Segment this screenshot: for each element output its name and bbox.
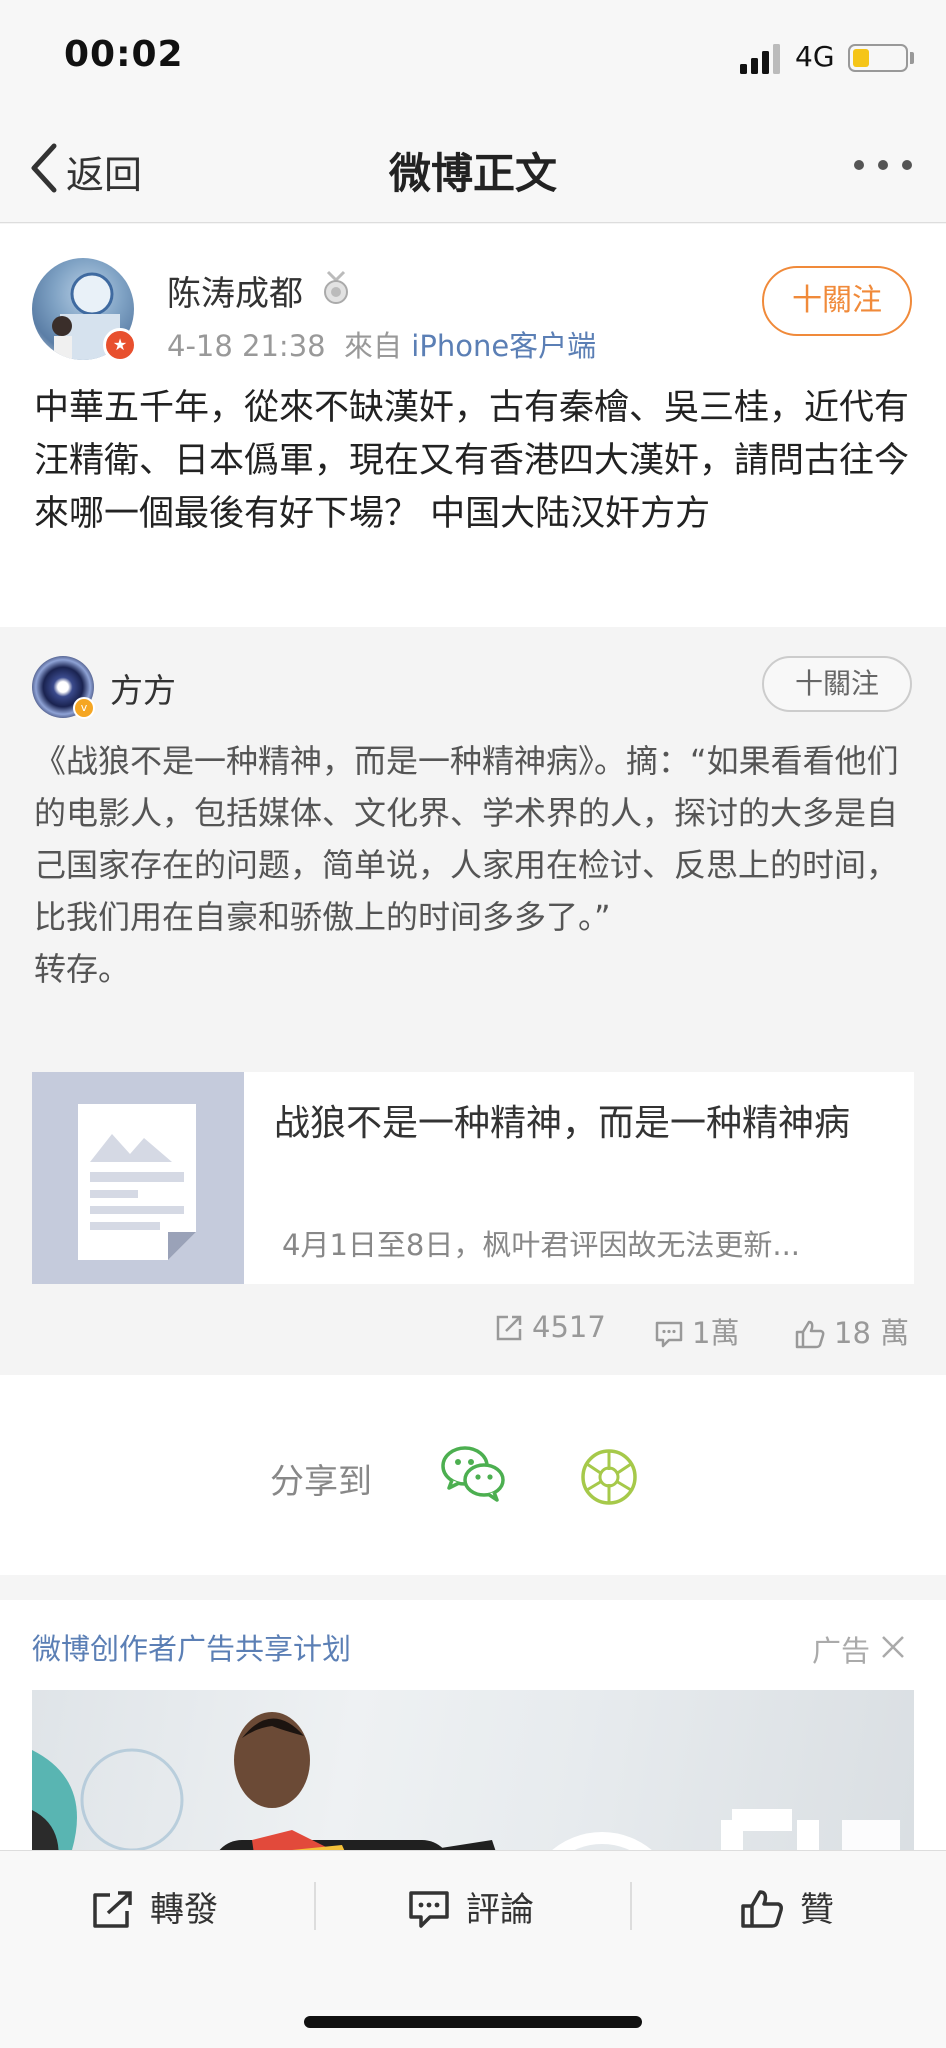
signal-icon (740, 44, 780, 74)
comment-button[interactable]: 評論 (408, 1882, 534, 1932)
status-time: 00:02 (64, 34, 184, 75)
retweet-author-name[interactable]: 方方 (110, 664, 176, 712)
home-indicator[interactable] (304, 2016, 642, 2028)
back-chevron-icon[interactable] (28, 142, 60, 194)
retweet-text: 《战狼不是一种精神，而是一种精神病》。摘：“如果看看他们的电影人，包括媒体、文化… (34, 735, 914, 995)
share-label: 分享到 (270, 1462, 372, 1502)
repost-count[interactable]: 4517 (494, 1310, 606, 1346)
source-prefix: 來自 (344, 329, 403, 363)
article-thumbnail (32, 1072, 244, 1284)
post-text: 中華五千年，從來不缺漢奸，古有秦檜、吳三桂，近代有汪精衛、日本僞軍，現在又有香港… (34, 388, 910, 534)
medal-icon (324, 270, 348, 304)
post-source-link[interactable]: iPhone客户端 (411, 329, 596, 363)
comment-icon (409, 1891, 449, 1928)
retweet-text-note: 转存。 (34, 950, 131, 988)
share-arrow-icon (496, 1315, 522, 1341)
more-icon[interactable] (852, 160, 916, 174)
toolbar-divider (630, 1882, 632, 1930)
network-type: 4G (795, 40, 835, 73)
verified-badge-icon: ★ (103, 328, 137, 362)
post-meta: 4-18 21:38 來自 iPhone客户端 (167, 323, 596, 365)
ad-label: 广告 (812, 1634, 871, 1668)
thumbs-up-icon (741, 1890, 783, 1928)
follow-button[interactable]: 十關注 (762, 266, 912, 336)
toolbar-divider (314, 1882, 316, 1930)
wechat-icon[interactable] (440, 1442, 506, 1504)
image-placeholder-icon (78, 1104, 196, 1260)
article-title: 战狼不是一种精神，而是一种精神病 (274, 1103, 851, 1144)
repost-button[interactable]: 轉發 (92, 1882, 218, 1932)
author-name[interactable]: 陈涛成都 (167, 266, 303, 315)
battery-icon (848, 44, 908, 72)
comment-count[interactable]: 1萬 (654, 1310, 739, 1350)
ad-program-link[interactable]: 微博创作者广告共享计划 (32, 1626, 351, 1668)
retweet-follow-button[interactable]: 十關注 (762, 656, 912, 712)
article-description: 4月1日至8日，枫叶君评因故无法更新... (282, 1228, 801, 1262)
thumbs-up-icon (795, 1320, 825, 1349)
verified-badge-icon: v (73, 697, 95, 719)
like-button[interactable]: 贊 (740, 1882, 834, 1932)
like-count[interactable]: 18 萬 (794, 1310, 909, 1350)
comment-icon (655, 1321, 683, 1348)
retweet-text-body: 《战狼不是一种精神，而是一种精神病》。摘：“如果看看他们的电影人，包括媒体、文化… (34, 742, 899, 936)
back-button[interactable]: 返回 (66, 144, 142, 199)
moments-icon[interactable] (580, 1448, 638, 1506)
battery-tip (910, 52, 914, 64)
repost-icon (93, 1891, 132, 1928)
close-icon[interactable] (880, 1634, 906, 1660)
post-timestamp: 4-18 21:38 (167, 329, 326, 363)
